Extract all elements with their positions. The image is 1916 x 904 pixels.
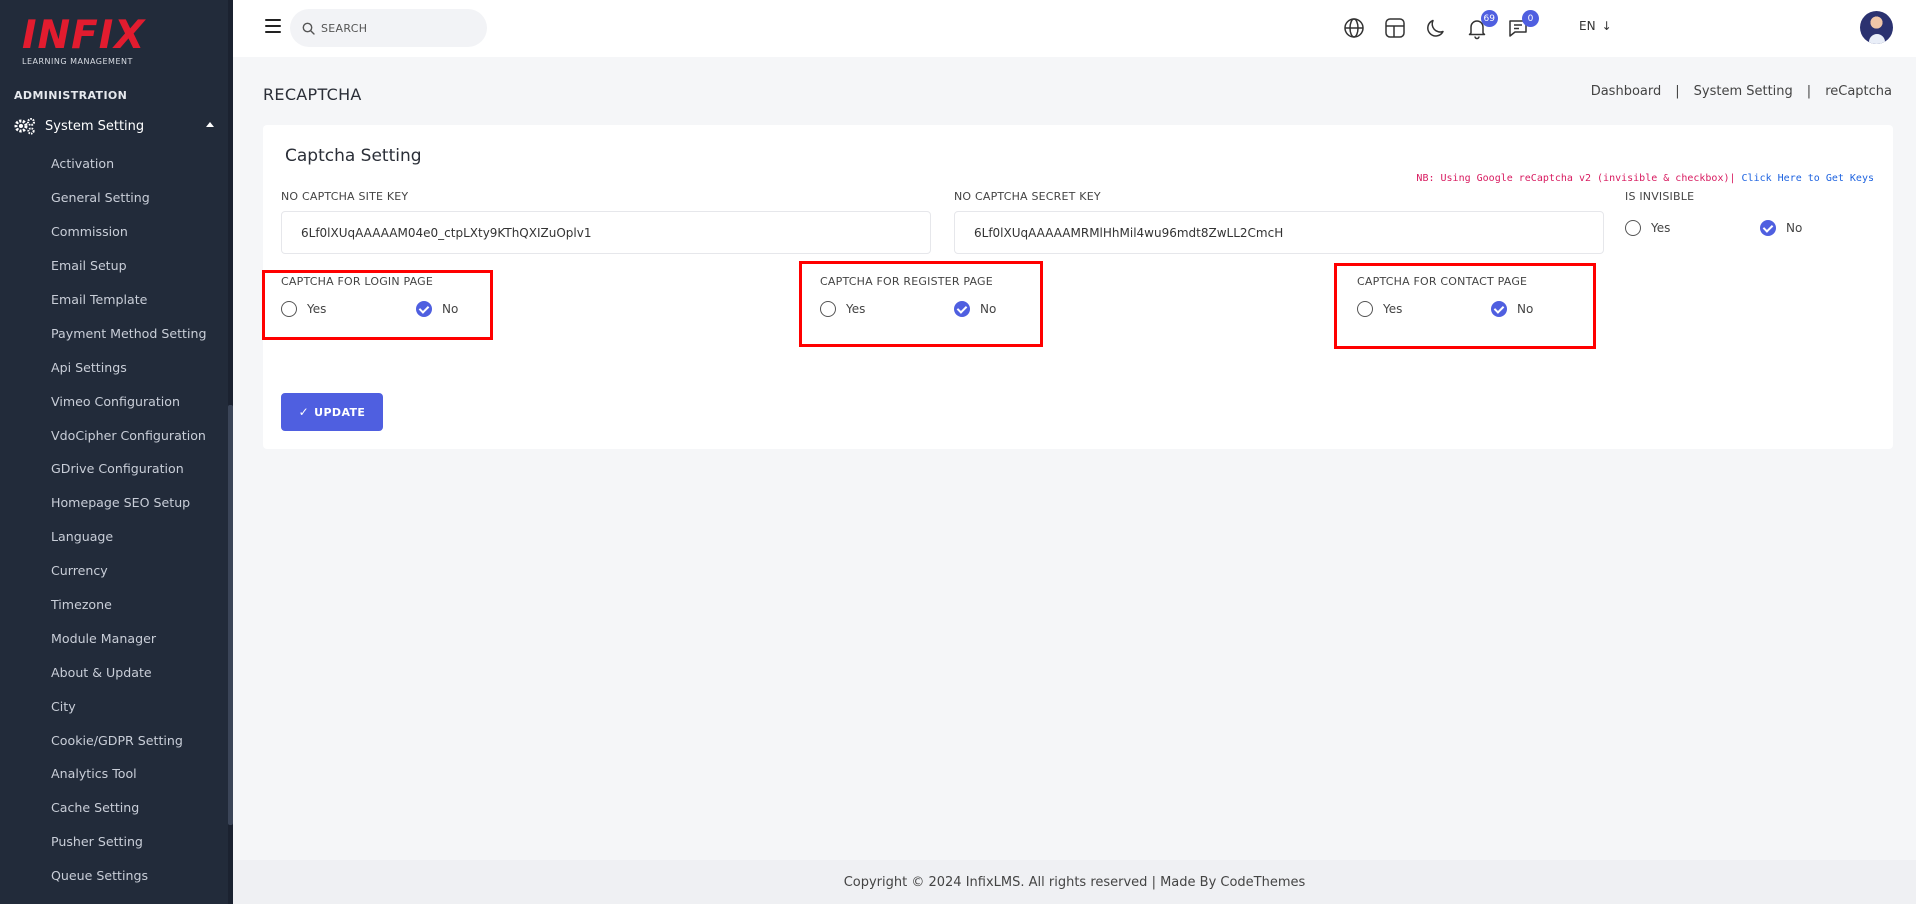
globe-icon[interactable]	[1342, 16, 1366, 40]
sidebar-item-vimeo-configuration[interactable]: Vimeo Configuration	[0, 384, 228, 418]
sidebar-item-activation[interactable]: Activation	[0, 147, 228, 181]
radio-label: No	[1517, 302, 1534, 316]
is-invisible-label: IS INVISIBLE	[1625, 190, 1695, 203]
breadcrumb-recaptcha[interactable]: reCaptcha	[1825, 84, 1892, 99]
breadcrumb: Dashboard | System Setting | reCaptcha	[1591, 84, 1892, 99]
card-title: Captcha Setting	[285, 146, 422, 166]
secret-key-input[interactable]	[954, 211, 1604, 254]
sidebar-item-analytics-tool[interactable]: Analytics Tool	[0, 757, 228, 791]
radio-label: No	[980, 302, 997, 316]
contact-captcha-no-radio[interactable]	[1491, 301, 1507, 317]
message-count-badge: 0	[1522, 10, 1539, 27]
search-icon	[302, 22, 315, 35]
sidebar-item-timezone[interactable]: Timezone	[0, 588, 228, 622]
sidebar-menu: Activation General Setting Commission Em…	[0, 147, 228, 904]
breadcrumb-dashboard[interactable]: Dashboard	[1591, 84, 1662, 99]
footer: Copyright © 2024 InfixLMS. All rights re…	[233, 860, 1916, 904]
layout-icon[interactable]	[1383, 16, 1407, 40]
secret-key-label: NO CAPTCHA SECRET KEY	[954, 190, 1101, 203]
contact-captcha-yes-radio[interactable]	[1357, 301, 1373, 317]
sidebar-item-language[interactable]: Language	[0, 520, 228, 554]
sidebar-item-api-settings[interactable]: Api Settings	[0, 350, 228, 384]
sidebar-item-vdocipher-configuration[interactable]: VdoCipher Configuration	[0, 418, 228, 452]
language-code: EN	[1579, 19, 1596, 33]
contact-captcha-yes-option[interactable]: Yes	[1357, 301, 1402, 317]
menu-icon[interactable]	[265, 19, 281, 33]
is-invisible-yes-radio[interactable]	[1625, 220, 1641, 236]
sidebar-item-pusher-setting[interactable]: Pusher Setting	[0, 825, 228, 859]
page-title: RECAPTCHA	[263, 85, 362, 104]
sidebar-item-cache-setting[interactable]: Cache Setting	[0, 791, 228, 825]
sidebar-item-commission[interactable]: Commission	[0, 215, 228, 249]
radio-label: Yes	[846, 302, 866, 316]
radio-label: Yes	[1651, 221, 1671, 235]
notification-count-badge: 69	[1480, 10, 1498, 27]
is-invisible-no-option[interactable]: No	[1760, 220, 1802, 236]
get-keys-link[interactable]: Click Here to Get Keys	[1736, 173, 1874, 184]
recaptcha-note: NB: Using Google reCaptcha v2 (invisible…	[1416, 173, 1874, 184]
footer-copyright: Copyright © 2024 InfixLMS. All rights re…	[843, 874, 1306, 890]
messages-button[interactable]: 0	[1506, 10, 1539, 40]
sidebar-item-gdrive-configuration[interactable]: GDrive Configuration	[0, 452, 228, 486]
breadcrumb-system-setting[interactable]: System Setting	[1694, 84, 1793, 99]
site-key-label: NO CAPTCHA SITE KEY	[281, 190, 409, 203]
sidebar-item-email-setup[interactable]: Email Setup	[0, 249, 228, 283]
search-box[interactable]	[290, 9, 487, 47]
radio-label: Yes	[307, 302, 327, 316]
user-avatar[interactable]	[1860, 11, 1893, 44]
register-captcha-yes-radio[interactable]	[820, 301, 836, 317]
is-invisible-no-radio[interactable]	[1760, 220, 1776, 236]
sidebar-item-about-update[interactable]: About & Update	[0, 655, 228, 689]
captcha-setting-card: Captcha Setting NB: Using Google reCaptc…	[262, 125, 1893, 449]
sidebar-group-system-setting[interactable]: System Setting	[14, 114, 214, 138]
login-captcha-yes-option[interactable]: Yes	[281, 301, 326, 317]
sidebar-item-homepage-seo-setup[interactable]: Homepage SEO Setup	[0, 486, 228, 520]
check-icon: ✓	[298, 405, 310, 419]
moon-icon[interactable]	[1424, 16, 1448, 40]
sidebar-item-general-setting[interactable]: General Setting	[0, 181, 228, 215]
sidebar-item-email-template[interactable]: Email Template	[0, 283, 228, 317]
contact-captcha-no-option[interactable]: No	[1491, 301, 1533, 317]
register-captcha-no-option[interactable]: No	[954, 301, 996, 317]
arrow-down-icon: ↓	[1601, 19, 1612, 33]
sidebar-item-module-manager[interactable]: Module Manager	[0, 621, 228, 655]
contact-captcha-label: CAPTCHA FOR CONTACT PAGE	[1357, 275, 1528, 288]
recaptcha-note-text: NB: Using Google reCaptcha v2 (invisible…	[1416, 173, 1736, 184]
radio-label: Yes	[1383, 302, 1403, 316]
sidebar: INFIX LEARNING MANAGEMENT ADMINISTRATION…	[0, 0, 233, 904]
login-captcha-yes-radio[interactable]	[281, 301, 297, 317]
register-captcha-no-radio[interactable]	[954, 301, 970, 317]
radio-label: No	[1786, 221, 1803, 235]
caret-up-icon	[206, 122, 214, 127]
site-key-input[interactable]	[281, 211, 931, 254]
breadcrumb-separator: |	[1806, 84, 1812, 99]
sidebar-scrollbar-thumb[interactable]	[228, 405, 233, 825]
logo[interactable]: INFIX LEARNING MANAGEMENT	[22, 13, 146, 68]
update-button-label: UPDATE	[314, 405, 366, 419]
register-captcha-label: CAPTCHA FOR REGISTER PAGE	[820, 275, 993, 288]
sidebar-item-cookie-gdpr-setting[interactable]: Cookie/GDPR Setting	[0, 723, 228, 757]
gears-icon	[14, 118, 35, 135]
sidebar-item-payment-method-setting[interactable]: Payment Method Setting	[0, 316, 228, 350]
sidebar-group-label: System Setting	[45, 118, 145, 134]
login-captcha-no-option[interactable]: No	[416, 301, 458, 317]
logo-subtext: LEARNING MANAGEMENT	[22, 57, 133, 66]
update-button[interactable]: ✓ UPDATE	[281, 393, 383, 431]
register-captcha-yes-option[interactable]: Yes	[820, 301, 865, 317]
notifications-button[interactable]: 69	[1465, 10, 1498, 40]
sidebar-item-city[interactable]: City	[0, 689, 228, 723]
radio-label: No	[442, 302, 459, 316]
is-invisible-yes-option[interactable]: Yes	[1625, 220, 1670, 236]
top-header: EN ↓ 69 0	[233, 0, 1916, 57]
sidebar-section-label: ADMINISTRATION	[14, 89, 128, 102]
breadcrumb-separator: |	[1675, 84, 1680, 99]
language-selector[interactable]: EN ↓	[1579, 19, 1612, 33]
logo-wordmark: INFIX	[22, 13, 146, 58]
search-input[interactable]	[321, 21, 471, 35]
login-captcha-label: CAPTCHA FOR LOGIN PAGE	[281, 275, 434, 288]
sidebar-item-queue-settings[interactable]: Queue Settings	[0, 859, 228, 893]
sidebar-item-currency[interactable]: Currency	[0, 554, 228, 588]
login-captcha-no-radio[interactable]	[416, 301, 432, 317]
sidebar-item-cron-job[interactable]: Cron Job	[0, 893, 228, 904]
